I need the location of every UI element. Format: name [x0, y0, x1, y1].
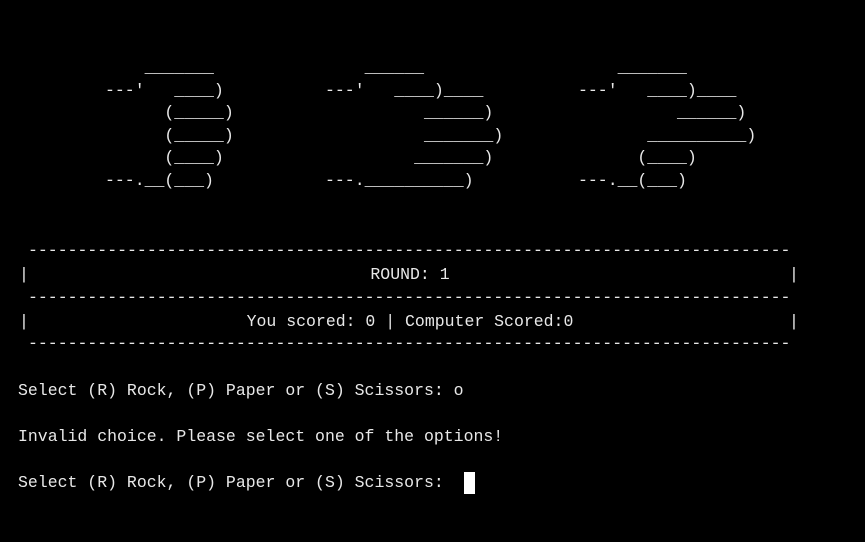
scoreboard-bottom-border: ----------------------------------------… — [28, 334, 790, 353]
terminal-window: _______ ---' ____) (_____) (_____) (____… — [0, 0, 865, 542]
scoreboard-left-border: | — [19, 265, 29, 284]
round-label: ROUND: 1 — [370, 265, 450, 284]
error-message: Invalid choice. Please select one of the… — [18, 427, 504, 446]
paper-ascii-art: ______ ---' ____)____ ______) _______) _… — [325, 58, 504, 190]
prompt-line-1: Select (R) Rock, (P) Paper or (S) Scisso… — [18, 381, 464, 400]
prompt-text: Select (R) Rock, (P) Paper or (S) Scisso… — [18, 473, 454, 492]
score-right-border: | — [789, 312, 799, 331]
text-cursor[interactable] — [463, 472, 475, 494]
score-text: You scored: 0 | Computer Scored:0 — [246, 312, 574, 331]
scoreboard-middle-border: ----------------------------------------… — [28, 288, 790, 307]
scoreboard-top-border: ----------------------------------------… — [28, 241, 790, 260]
prompt-line-2[interactable]: Select (R) Rock, (P) Paper or (S) Scisso… — [18, 472, 475, 494]
scissors-ascii-art: _______ ---' ____)____ ______) _________… — [578, 58, 757, 190]
rock-ascii-art: _______ ---' ____) (_____) (_____) (____… — [105, 58, 234, 190]
scoreboard-right-border: | — [789, 265, 799, 284]
score-left-border: | — [19, 312, 29, 331]
